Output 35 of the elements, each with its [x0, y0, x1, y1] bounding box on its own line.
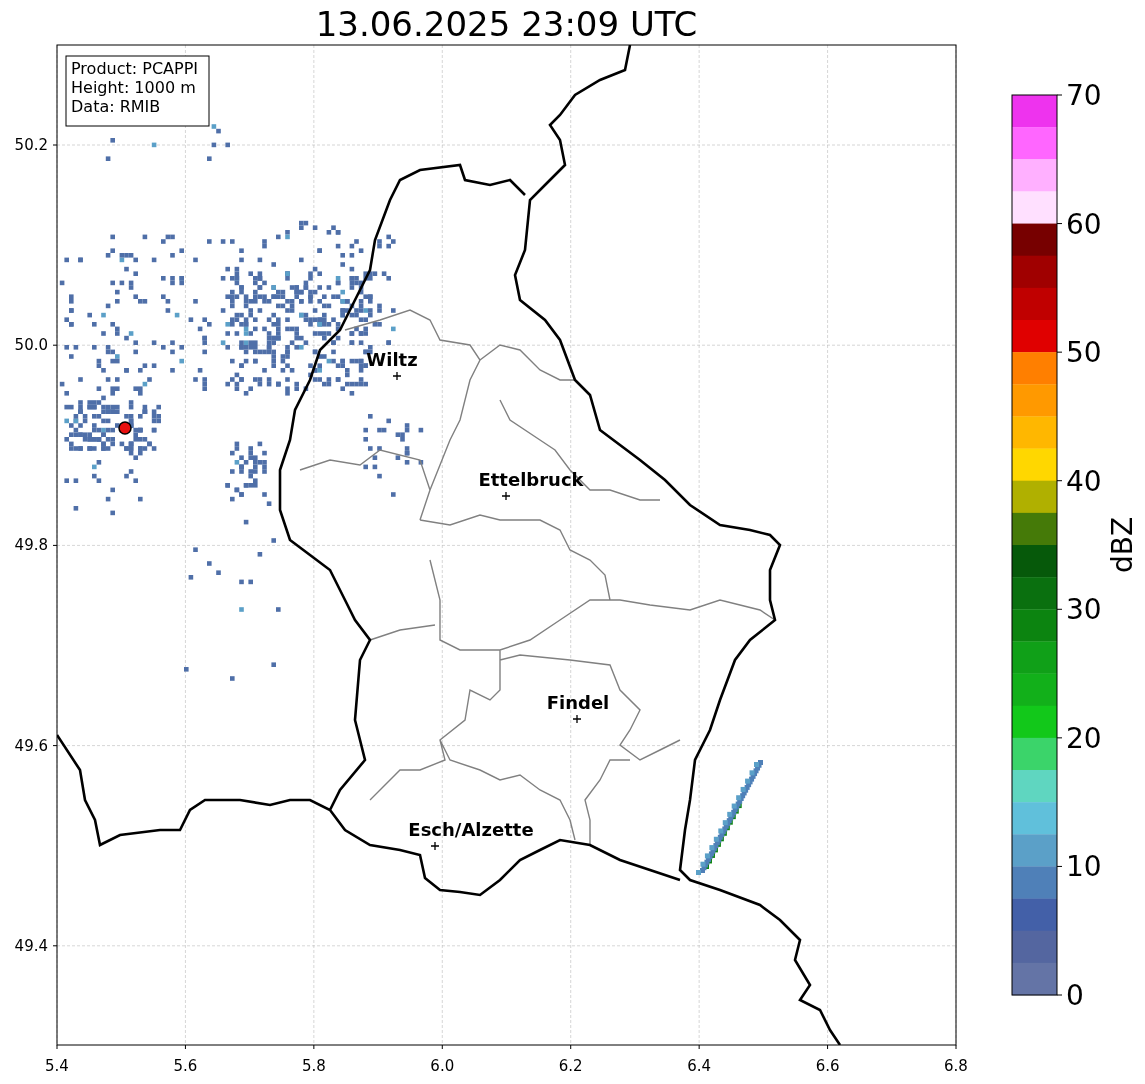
x-tick-label: 5.6 — [173, 1057, 198, 1075]
radar-site-marker — [118, 421, 132, 435]
info-text: Data: RMIB — [71, 97, 161, 116]
colorbar-tick-label: 50 — [1066, 336, 1102, 370]
colorbar-tick-label: 70 — [1066, 79, 1102, 112]
city-marker-icon — [392, 371, 402, 381]
colorbar-tick-label: 40 — [1066, 464, 1102, 498]
chart-title: 13.06.2025 23:09 UTC — [315, 4, 698, 44]
x-tick-label: 6.2 — [558, 1057, 583, 1075]
x-tick-label: 6.4 — [687, 1057, 712, 1075]
info-text: Height: 1000 m — [71, 78, 196, 97]
city-label: Ettelbruck — [478, 469, 584, 490]
x-tick-label: 6.6 — [815, 1057, 840, 1075]
city-marker-icon — [501, 491, 511, 501]
y-tick-label: 49.4 — [14, 936, 48, 955]
x-tick-label: 6.8 — [944, 1057, 968, 1075]
city-marker-icon — [572, 714, 582, 724]
colorbar-tick-label: 60 — [1066, 207, 1102, 241]
info-text: Product: PCAPPI — [71, 59, 198, 78]
y-tick-label: 50.2 — [14, 136, 48, 154]
x-tick-label: 6.0 — [430, 1057, 455, 1075]
colorbar-tick-label: 30 — [1066, 593, 1102, 627]
city-label: Wiltz — [366, 349, 418, 370]
colorbar-tick-label: 10 — [1066, 850, 1102, 884]
colorbar-tick-label: 20 — [1066, 721, 1102, 755]
city-marker-icon — [430, 841, 440, 851]
y-tick-label: 49.6 — [14, 736, 48, 755]
x-tick-label: 5.8 — [301, 1057, 326, 1075]
y-tick-label: 49.8 — [14, 536, 48, 555]
y-tick-label: 50.0 — [14, 336, 48, 355]
colorbar-label: dBZ — [1106, 516, 1139, 574]
colorbar-tick-label: 0 — [1066, 979, 1084, 1012]
city-label: Findel — [546, 692, 610, 713]
x-tick-label: 5.4 — [45, 1057, 69, 1075]
city-label: Esch/Alzette — [408, 819, 534, 840]
